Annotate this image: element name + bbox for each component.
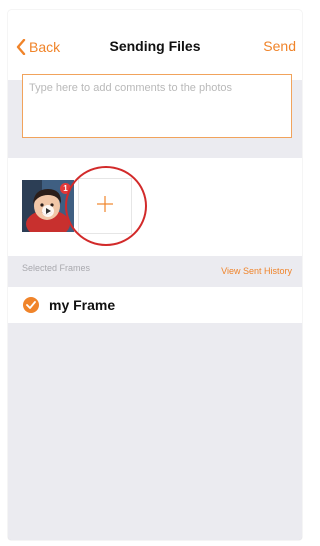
- checkmark-icon: [23, 297, 39, 313]
- send-button[interactable]: Send: [263, 38, 296, 54]
- selected-frames-label: Selected Frames: [22, 263, 91, 273]
- page-title: Sending Files: [109, 38, 201, 54]
- comment-box: [22, 74, 292, 138]
- photo-section: 1: [8, 158, 302, 256]
- view-sent-history-link[interactable]: View Sent History: [221, 266, 292, 276]
- frame-name: my Frame: [49, 297, 116, 313]
- navigation-bar: Back Sending Files Send: [8, 10, 302, 138]
- frame-list-item[interactable]: my Frame: [8, 287, 302, 323]
- comment-input[interactable]: [23, 75, 291, 137]
- add-photo-button[interactable]: [78, 178, 132, 234]
- sending-files-screen: Back Sending Files Send 1: [8, 10, 302, 540]
- photo-thumbnail[interactable]: 1: [22, 180, 74, 232]
- plus-icon: [96, 195, 114, 218]
- photo-badge: 1: [60, 183, 71, 194]
